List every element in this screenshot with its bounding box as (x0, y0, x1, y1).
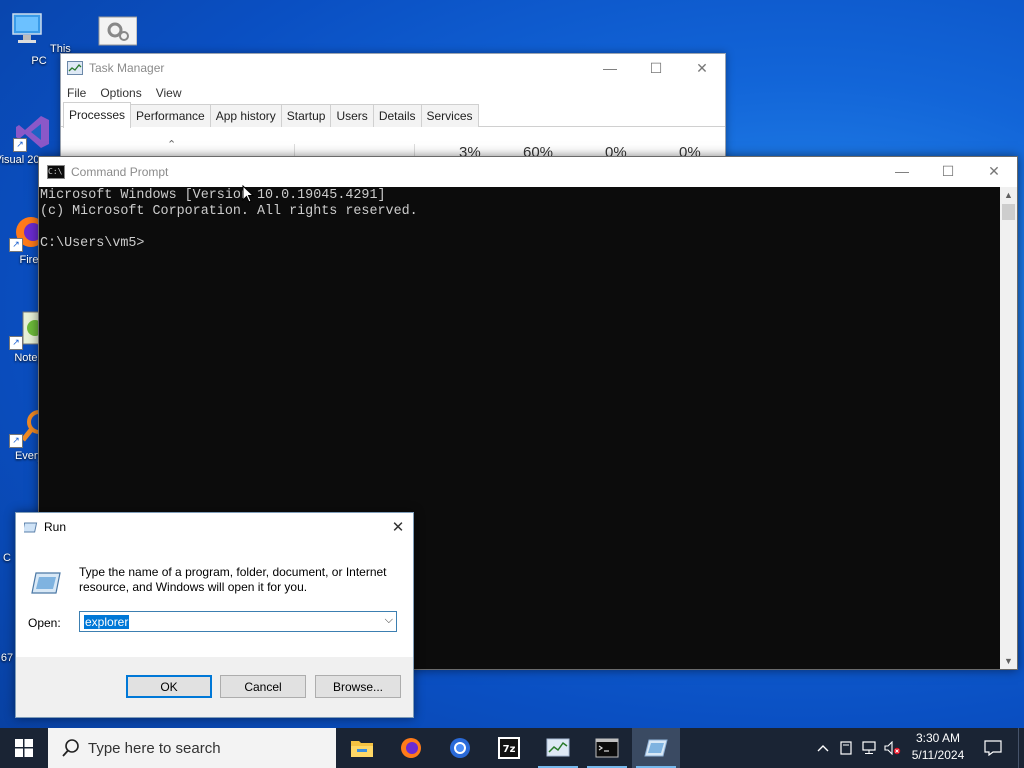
taskbar-search-box[interactable]: Type here to search (48, 728, 336, 768)
tab-startup[interactable]: Startup (280, 104, 332, 127)
taskbar: Type here to search 7z 3:30 AM 5/11/2024 (0, 728, 1024, 768)
tray-device-icon-button[interactable] (836, 728, 856, 768)
shortcut-arrow-icon: ↗ (9, 434, 23, 448)
taskbar-run[interactable] (632, 728, 680, 768)
shortcut-arrow-icon: ↗ (9, 336, 23, 350)
task-manager-title: Task Manager (89, 61, 165, 75)
network-button[interactable] (858, 728, 882, 768)
run-icon (644, 739, 668, 757)
windows-logo-icon (15, 739, 33, 757)
run-content: Type the name of a program, folder, docu… (16, 541, 413, 657)
minimize-button[interactable]: — (879, 157, 925, 185)
mouse-cursor-icon (242, 185, 254, 203)
tab-details[interactable]: Details (372, 104, 422, 127)
volume-muted-icon (884, 741, 901, 755)
menu-view[interactable]: View (156, 86, 182, 100)
console-line: Microsoft Windows [Version 10.0.19045.42… (40, 188, 386, 203)
tab-users[interactable]: Users (330, 104, 374, 127)
taskbar-firefox[interactable] (387, 728, 435, 768)
run-icon (24, 522, 38, 533)
notification-icon (984, 740, 1002, 756)
open-input-value: explorer (84, 615, 130, 629)
tab-processes[interactable]: Processes (63, 102, 132, 128)
run-title: Run (44, 520, 67, 534)
taskbar-7zip[interactable]: 7z (485, 728, 533, 768)
desktop-icon-label: Fire (19, 254, 39, 266)
chevron-down-icon[interactable]: ⌵ (385, 614, 393, 627)
close-button[interactable]: ✕ (679, 54, 725, 82)
gear-icon (98, 16, 138, 46)
maximize-button[interactable]: ☐ (925, 157, 971, 185)
device-icon (840, 741, 852, 755)
folder-icon (351, 741, 373, 757)
action-center-button[interactable] (976, 728, 1010, 768)
cancel-button[interactable]: Cancel (220, 675, 306, 698)
minimize-button[interactable]: — (587, 54, 633, 82)
clock-time: 3:30 AM (915, 731, 961, 745)
scroll-thumb[interactable] (1002, 204, 1015, 220)
sort-chevron-up-icon[interactable]: ⌃ (167, 138, 176, 151)
console-icon: C:\ (47, 165, 65, 179)
console-prompt: C:\Users\vm5> (40, 236, 145, 251)
search-icon (62, 739, 79, 757)
open-label: Open: (28, 616, 61, 630)
taskbar-task-manager[interactable] (534, 728, 582, 768)
7zip-icon: 7z (498, 737, 520, 759)
svg-text:7z: 7z (503, 744, 516, 755)
close-button[interactable]: ✕ (971, 157, 1017, 185)
maximize-button[interactable]: ☐ (633, 54, 679, 82)
task-manager-tabs: Processes Performance App history Startu… (61, 102, 725, 128)
browse-button[interactable]: Browse... (315, 675, 401, 698)
desktop-icon-label: 67 (0, 652, 14, 664)
taskbar-clock[interactable]: 3:30 AM 5/11/2024 (904, 730, 972, 764)
run-dialog[interactable]: Run ✕ Type the name of a program, folder… (15, 512, 414, 718)
taskbar-command-prompt[interactable] (583, 728, 631, 768)
close-button[interactable]: ✕ (383, 513, 413, 541)
task-manager-icon (67, 61, 83, 75)
menu-file[interactable]: File (67, 86, 86, 100)
shortcut-arrow-icon: ↗ (9, 238, 23, 252)
scroll-down-icon[interactable]: ▼ (1000, 653, 1017, 669)
taskbar-chrome[interactable] (436, 728, 484, 768)
search-placeholder: Type here to search (88, 739, 221, 757)
firefox-icon (401, 738, 421, 758)
volume-button[interactable] (882, 728, 904, 768)
show-hidden-icons-button[interactable] (812, 728, 834, 768)
run-titlebar[interactable]: Run ✕ (16, 513, 413, 541)
chevron-up-icon (817, 745, 829, 752)
taskbar-file-explorer[interactable] (338, 728, 386, 768)
task-manager-menubar: File Options View (61, 82, 725, 104)
run-large-icon (31, 572, 61, 594)
command-prompt-titlebar[interactable]: C:\ Command Prompt — ☐ ✕ (39, 157, 1017, 187)
network-icon (862, 741, 876, 754)
chrome-icon (450, 738, 470, 758)
menu-options[interactable]: Options (100, 86, 141, 100)
open-input[interactable]: explorer ⌵ (79, 611, 397, 632)
task-manager-titlebar[interactable]: Task Manager — ☐ ✕ (61, 54, 725, 82)
desktop-icon-label: C (3, 552, 11, 564)
tab-services[interactable]: Services (420, 104, 479, 127)
run-description: Type the name of a program, folder, docu… (79, 565, 387, 594)
tab-performance[interactable]: Performance (130, 104, 211, 127)
computer-icon (12, 13, 42, 43)
scroll-up-icon[interactable]: ▲ (1000, 187, 1017, 203)
desktop-icon-label: Visual 20 (0, 154, 40, 166)
console-scrollbar[interactable]: ▲ ▼ (1000, 187, 1017, 669)
ok-button[interactable]: OK (126, 675, 212, 698)
start-button[interactable] (0, 728, 48, 768)
task-manager-icon (546, 738, 570, 757)
command-prompt-title: Command Prompt (71, 165, 169, 179)
tab-app-history[interactable]: App history (209, 104, 282, 127)
shortcut-arrow-icon: ↗ (13, 138, 27, 152)
console-icon (595, 738, 619, 758)
console-line: (c) Microsoft Corporation. All rights re… (40, 204, 418, 219)
show-desktop-button[interactable] (1018, 728, 1024, 768)
clock-date: 5/11/2024 (911, 748, 965, 762)
